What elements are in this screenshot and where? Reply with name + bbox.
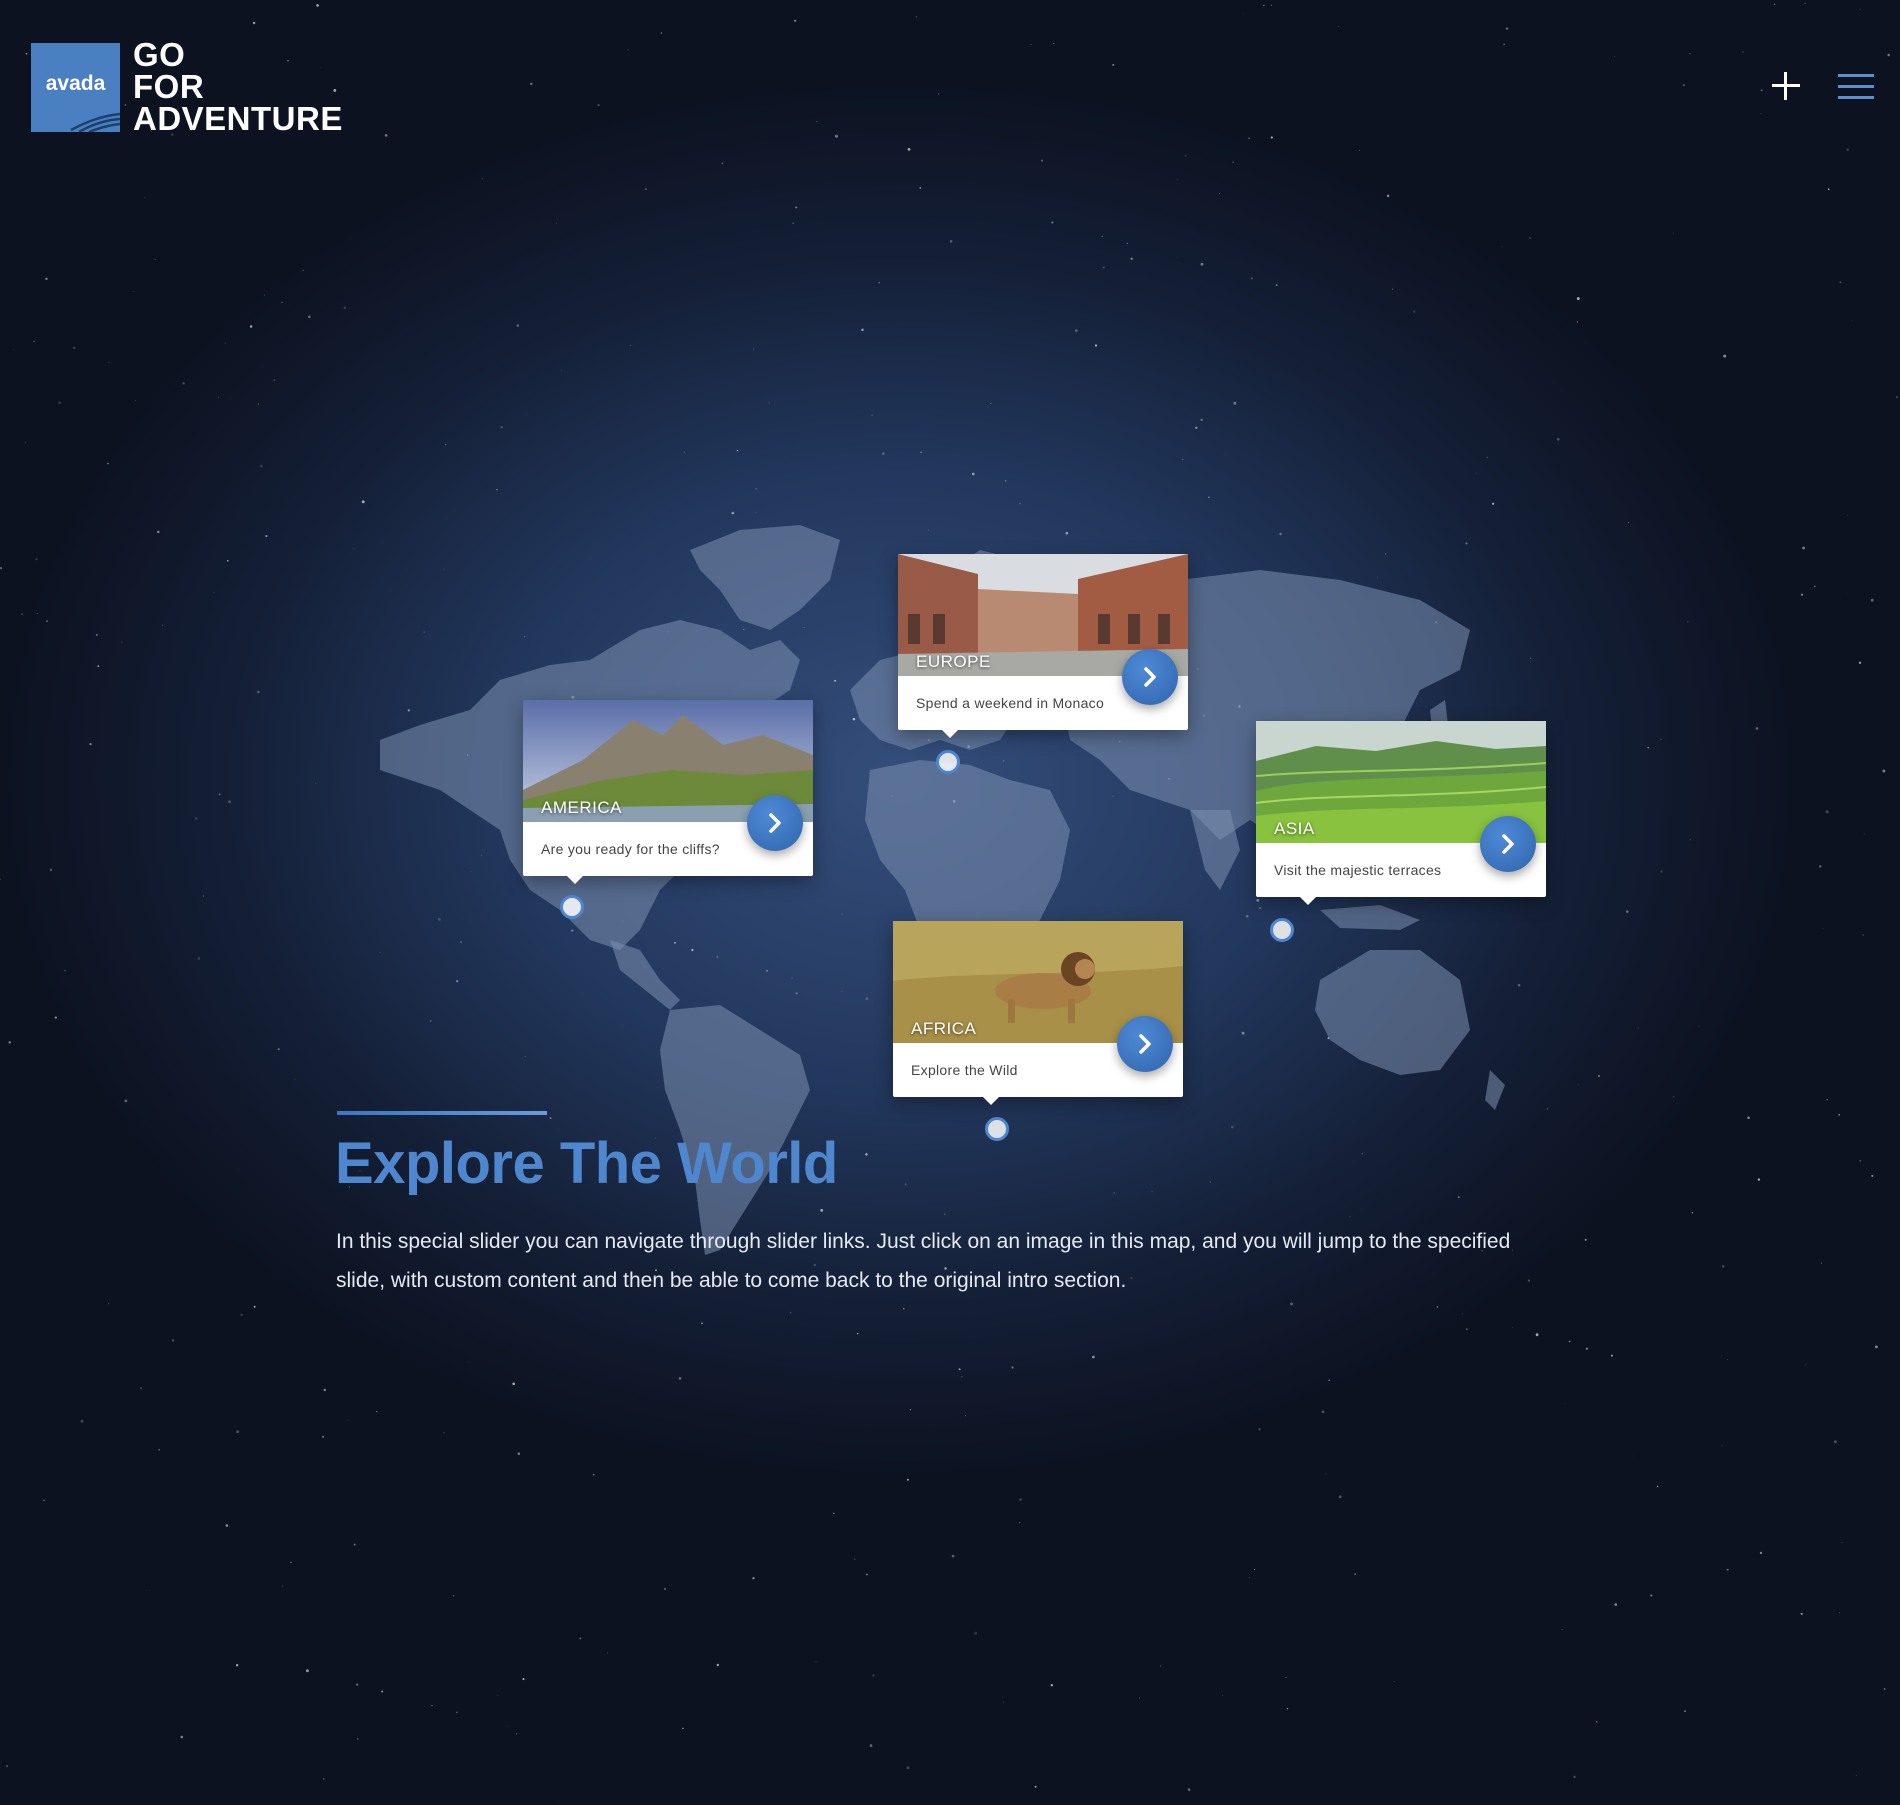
chevron-right-icon[interactable] [747,795,803,851]
plus-icon[interactable] [1770,70,1802,102]
map-pin-america[interactable] [560,895,584,919]
tagline-line: ADVENTURE [133,100,343,137]
site-logo[interactable]: avada GO FOR ADVENTURE [31,38,343,135]
chevron-right-icon[interactable] [1480,816,1536,872]
card-pointer [567,876,583,884]
map-pin-africa[interactable] [985,1117,1009,1141]
hamburger-menu-icon[interactable] [1838,74,1874,100]
tagline-line: FOR [133,68,205,105]
avada-logo-mark: avada [31,43,120,132]
destination-card-europe[interactable]: EUROPE Spend a weekend in Monaco [898,554,1188,738]
logo-tagline: GO FOR ADVENTURE [133,36,343,137]
wave-icon [70,112,120,132]
card-region-label: AMERICA [541,798,622,817]
card-region-label: AFRICA [911,1019,977,1038]
destination-card-africa[interactable]: AFRICA Explore the Wild [893,921,1183,1105]
page-title: Explore The World [335,1131,838,1196]
card-region-label: ASIA [1274,819,1315,838]
title-accent-line [337,1111,547,1115]
card-pointer [983,1097,999,1105]
destination-card-america[interactable]: AMERICA Are you ready for the cliffs? [523,700,813,884]
chevron-right-icon[interactable] [1122,649,1178,705]
card-pointer [1300,897,1316,905]
map-pin-europe[interactable] [936,750,960,774]
card-pointer [942,730,958,738]
card-region-label: EUROPE [916,652,991,671]
map-pin-asia[interactable] [1270,918,1294,942]
tagline-line: GO [133,36,186,73]
chevron-right-icon[interactable] [1117,1016,1173,1072]
destination-card-asia[interactable]: ASIA Visit the majestic terraces [1256,721,1546,905]
intro-paragraph: In this special slider you can navigate … [336,1230,1511,1292]
